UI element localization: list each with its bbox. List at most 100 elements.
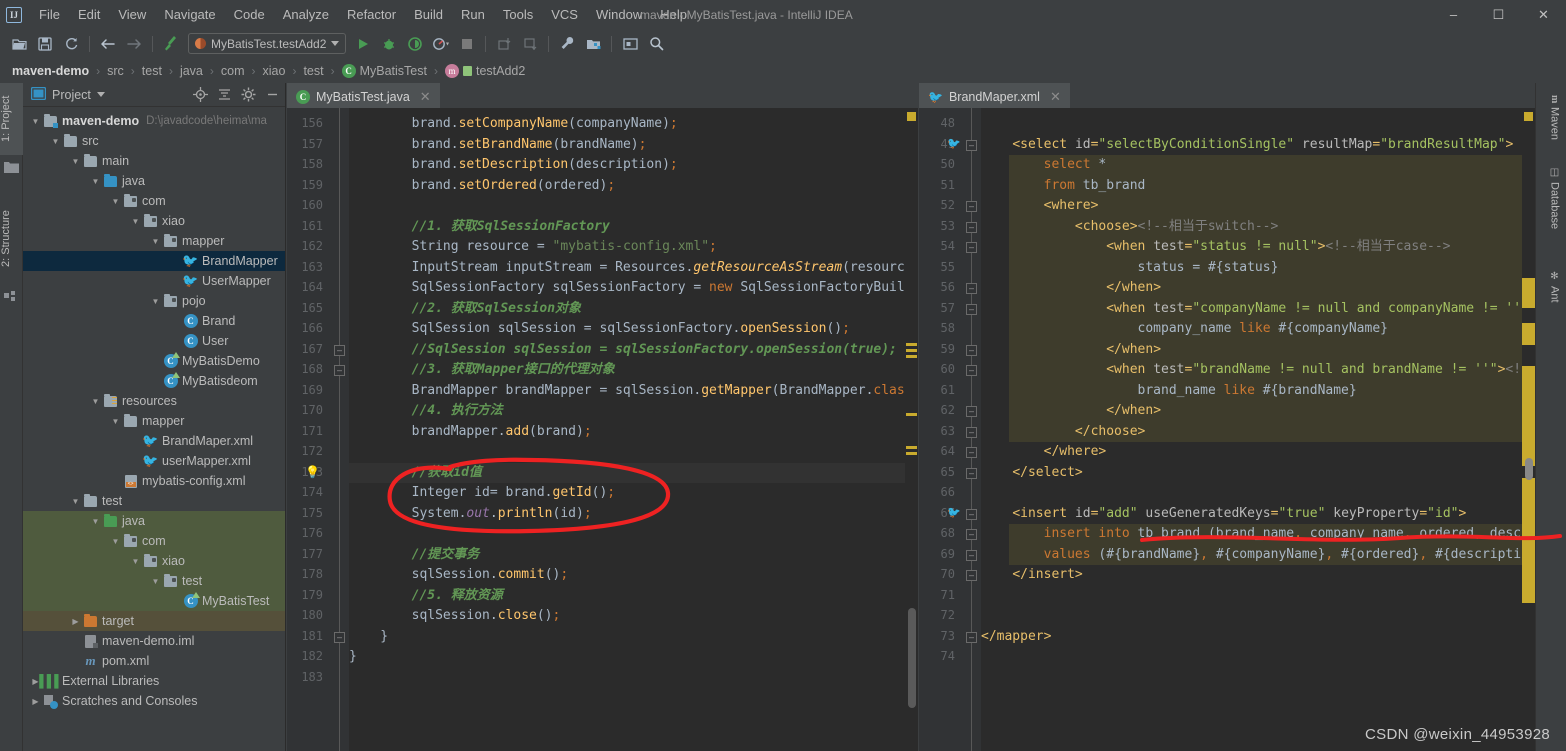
code-fold-toggle[interactable]: –: [334, 365, 345, 376]
close-icon[interactable]: ✕: [420, 89, 431, 105]
chevron-down-icon[interactable]: ▼: [89, 517, 102, 526]
tree-node-xiao[interactable]: ▼ xiao: [23, 211, 285, 231]
xml-gutter[interactable]: 48 49– 🐦 50 51 52–53–54–55 56–57–58 59–60–61 62–…: [919, 108, 981, 751]
tree-node-mapper[interactable]: ▼ mapper: [23, 411, 285, 431]
menu-item-run[interactable]: Run: [452, 4, 494, 25]
locate-target-icon[interactable]: [191, 86, 209, 104]
folder-icon[interactable]: [4, 161, 19, 176]
code-fold-toggle[interactable]: –: [966, 467, 977, 479]
structure-icon[interactable]: [4, 291, 19, 306]
java-editor-body[interactable]: 156 157 158 159 160 161 162 163 164 165 166 167–168…: [287, 108, 918, 751]
run-icon[interactable]: [352, 33, 374, 55]
forward-arrow-icon[interactable]: [123, 33, 145, 55]
chevron-down-icon[interactable]: ▼: [129, 217, 142, 226]
code-fold-toggle[interactable]: –: [334, 344, 345, 356]
tree-node-external-libraries[interactable]: ▶ ▌▌▌ External Libraries: [23, 671, 285, 691]
commit-icon[interactable]: [519, 33, 541, 55]
open-folder-icon[interactable]: [8, 33, 30, 55]
settings-wrench-icon[interactable]: [556, 33, 578, 55]
toolwindow-tab-project[interactable]: 1: Project: [0, 83, 23, 155]
code-fold-toggle[interactable]: –: [966, 549, 977, 561]
build-hammer-icon[interactable]: [160, 33, 182, 55]
tree-node-mapper[interactable]: ▼ mapper: [23, 231, 285, 251]
chevron-down-icon[interactable]: ▼: [109, 537, 122, 546]
tree-node-com[interactable]: ▼ com: [23, 531, 285, 551]
xml-vertical-scrollbar[interactable]: [1525, 458, 1533, 480]
tree-node-usermapper[interactable]: 🐦 UserMapper: [23, 271, 285, 291]
chevron-down-icon[interactable]: ▼: [129, 557, 142, 566]
chevron-down-icon[interactable]: ▼: [29, 117, 42, 126]
tree-node-mybatis-config-xml[interactable]: <> mybatis-config.xml: [23, 471, 285, 491]
collapse-all-icon[interactable]: [215, 86, 233, 104]
close-button[interactable]: ✕: [1521, 0, 1566, 29]
code-fold-toggle[interactable]: –: [334, 631, 345, 643]
java-gutter[interactable]: 156 157 158 159 160 161 162 163 164 165 166 167–168…: [287, 108, 349, 751]
tree-node-resources[interactable]: ▼ resources: [23, 391, 285, 411]
tree-node-target[interactable]: ▶ target: [23, 611, 285, 631]
tree-node-pom-xml[interactable]: m pom.xml: [23, 651, 285, 671]
hide-panel-icon[interactable]: [263, 86, 281, 104]
tree-node-test[interactable]: ▼ test: [23, 491, 285, 511]
breadcrumb-item-com[interactable]: com: [219, 63, 247, 79]
run-configuration-selector[interactable]: MyBatisTest.testAdd2: [188, 33, 347, 54]
tree-node-brand[interactable]: C Brand: [23, 311, 285, 331]
tree-node-test[interactable]: ▼ test: [23, 571, 285, 591]
chevron-down-icon[interactable]: ▼: [149, 577, 162, 586]
code-fold-toggle[interactable]: –: [966, 365, 977, 376]
code-fold-toggle[interactable]: –: [966, 570, 977, 581]
menu-item-build[interactable]: Build: [405, 4, 452, 25]
menu-item-refactor[interactable]: Refactor: [338, 4, 405, 25]
tree-node-xiao[interactable]: ▼ xiao: [23, 551, 285, 571]
search-everywhere-icon[interactable]: [645, 33, 667, 55]
terminal-icon[interactable]: [619, 33, 641, 55]
breadcrumb-item-method[interactable]: m testAdd2: [443, 63, 527, 79]
code-fold-toggle[interactable]: –: [966, 508, 977, 520]
tree-node-java[interactable]: ▼ java: [23, 511, 285, 531]
project-structure-icon[interactable]: [582, 33, 604, 55]
menu-item-analyze[interactable]: Analyze: [274, 4, 338, 25]
code-fold-toggle[interactable]: –: [966, 529, 977, 540]
chevron-down-icon[interactable]: ▼: [49, 137, 62, 146]
tree-node-mybatistest[interactable]: C MyBatisTest: [23, 591, 285, 611]
sync-icon[interactable]: [60, 33, 82, 55]
code-fold-toggle[interactable]: –: [966, 631, 977, 643]
tree-node-pojo[interactable]: ▼ pojo: [23, 291, 285, 311]
close-icon[interactable]: ✕: [1050, 89, 1061, 105]
menu-item-code[interactable]: Code: [225, 4, 274, 25]
tree-node-com[interactable]: ▼ com: [23, 191, 285, 211]
menu-item-view[interactable]: View: [109, 4, 155, 25]
tree-node-src[interactable]: ▼ src: [23, 131, 285, 151]
run-coverage-icon[interactable]: [404, 33, 426, 55]
code-fold-toggle[interactable]: –: [966, 242, 977, 253]
toolwindow-tab-structure[interactable]: 2: Structure: [0, 193, 23, 285]
mybatis-statement-icon[interactable]: 🐦: [947, 137, 961, 150]
breadcrumb-item-test[interactable]: test: [140, 63, 164, 79]
chevron-down-icon[interactable]: ▼: [89, 397, 102, 406]
breadcrumb-item-java[interactable]: java: [178, 63, 205, 79]
maximize-button[interactable]: ☐: [1476, 0, 1521, 29]
chevron-right-icon[interactable]: ▶: [69, 617, 82, 626]
tree-node-scratches-and-consoles[interactable]: ▶ Scratches and Consoles: [23, 691, 285, 711]
tree-node-brandmaper-xml[interactable]: 🐦 BrandMaper.xml: [23, 431, 285, 451]
java-marker-strip[interactable]: [905, 108, 918, 751]
code-fold-toggle[interactable]: –: [966, 406, 977, 417]
code-fold-toggle[interactable]: –: [966, 283, 977, 294]
menu-item-file[interactable]: File: [30, 4, 69, 25]
breadcrumb-item-class[interactable]: C MyBatisTest: [340, 63, 429, 79]
update-project-icon[interactable]: [493, 33, 515, 55]
intention-bulb-icon[interactable]: 💡: [305, 465, 320, 479]
chevron-right-icon[interactable]: ▶: [29, 697, 42, 706]
tree-node-mybatisdeom[interactable]: C MyBatisdeom: [23, 371, 285, 391]
save-icon[interactable]: [34, 33, 56, 55]
breadcrumb-item-src[interactable]: src: [105, 63, 126, 79]
breadcrumb-item-test2[interactable]: test: [301, 63, 325, 79]
chevron-down-icon[interactable]: ▼: [69, 497, 82, 506]
profile-icon[interactable]: [430, 33, 452, 55]
code-fold-toggle[interactable]: –: [966, 139, 977, 151]
java-vertical-scrollbar[interactable]: [908, 608, 916, 708]
tree-node-brandmapper[interactable]: 🐦 BrandMapper: [23, 251, 285, 271]
menu-item-edit[interactable]: Edit: [69, 4, 109, 25]
code-fold-toggle[interactable]: –: [966, 344, 977, 356]
tree-node-mybatisdemo[interactable]: C MyBatisDemo: [23, 351, 285, 371]
chevron-down-icon[interactable]: ▼: [89, 177, 102, 186]
